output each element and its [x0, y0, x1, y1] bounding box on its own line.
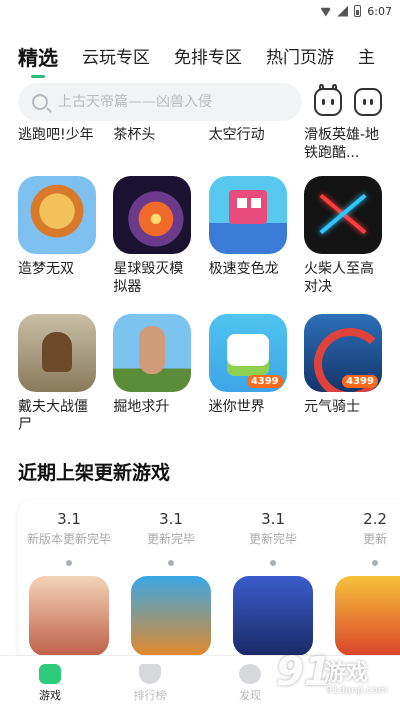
game-item[interactable]: 4399 元气骑士: [303, 314, 382, 438]
update-status: 更新: [362, 532, 387, 546]
tab-cloud-play[interactable]: 云玩专区: [82, 46, 150, 70]
game-icon[interactable]: [113, 314, 192, 392]
wifi-icon: [320, 7, 332, 17]
tab-more[interactable]: 主: [358, 46, 375, 70]
game-name: 火柴人至高对决: [303, 261, 374, 295]
game-item[interactable]: 太空行动: [209, 126, 287, 170]
search-icon: [32, 94, 48, 110]
game-icon[interactable]: [18, 314, 96, 392]
update-version: 3.1: [261, 510, 285, 528]
game-icon[interactable]: [335, 576, 400, 656]
game-name: 迷你世界: [208, 399, 265, 415]
game-icon[interactable]: 4399: [303, 314, 382, 392]
status-bar: 6:07: [0, 0, 400, 22]
tab-featured[interactable]: 精选: [18, 46, 58, 78]
recent-updates-card[interactable]: 3.1 新版本更新完毕 3.1 更新完毕 3.1 更新完毕 2.2 更新: [18, 500, 400, 660]
update-item[interactable]: 3.1 新版本更新完毕: [18, 508, 120, 656]
game-icon[interactable]: [18, 176, 96, 254]
battery-icon: [354, 5, 362, 17]
game-icon[interactable]: [131, 576, 211, 656]
nav-label: 发现: [239, 689, 261, 702]
game-name: 元气骑士: [303, 399, 360, 415]
search-row: [0, 78, 400, 126]
game-item[interactable]: 茶杯头: [113, 126, 191, 170]
nav-games[interactable]: 游戏: [0, 656, 100, 711]
nav-discover[interactable]: 发现: [200, 656, 300, 711]
tab-popular-web-games[interactable]: 热门页游: [266, 46, 334, 70]
game-name: 茶杯头: [113, 127, 156, 143]
game-icon[interactable]: 4399: [208, 314, 287, 392]
shield-icon: [139, 664, 161, 684]
game-name: 造梦无双: [18, 261, 74, 277]
category-tabs: 精选 云玩专区 免排专区 热门页游 主: [0, 22, 400, 78]
game-item[interactable]: 戴夫大战僵尸: [18, 314, 96, 438]
status-time: 6:07: [367, 4, 392, 18]
nav-label: 排行榜: [133, 689, 167, 702]
signal-icon: [337, 5, 349, 17]
bottom-nav: 游戏 排行榜 发现: [0, 655, 400, 711]
update-status: 更新完毕: [146, 532, 195, 546]
platform-badge: 4399: [246, 375, 283, 388]
game-item[interactable]: 火柴人至高对决: [303, 176, 382, 300]
tab-no-queue[interactable]: 免排专区: [174, 46, 242, 70]
game-item[interactable]: 掘地求升: [113, 314, 192, 438]
game-icon[interactable]: [303, 176, 382, 254]
game-name: 极速变色龙: [208, 261, 279, 277]
message-face-icon[interactable]: [354, 88, 382, 116]
game-item[interactable]: 4399 迷你世界: [208, 314, 287, 438]
game-item[interactable]: 星球毁灭模拟器: [113, 176, 192, 300]
timeline-dot: [372, 560, 378, 566]
game-name: 太空行动: [208, 127, 265, 143]
update-status: 新版本更新完毕: [26, 532, 111, 546]
game-name: 戴夫大战僵尸: [18, 399, 88, 433]
game-icon[interactable]: [113, 176, 192, 254]
game-row: 逃跑吧!少年 茶杯头 太空行动 滑板英雄-地铁跑酷...: [18, 126, 382, 170]
update-version: 3.1: [57, 510, 81, 528]
gamepad-icon: [39, 664, 61, 684]
eye-icon: [239, 664, 261, 684]
update-item[interactable]: 2.2 更新: [324, 508, 400, 656]
search-bar[interactable]: [18, 83, 302, 121]
nav-label: 游戏: [39, 689, 61, 702]
update-status: 更新完毕: [248, 532, 297, 546]
game-name: 掘地求升: [113, 399, 170, 415]
game-name: 逃跑吧!少年: [18, 127, 94, 143]
cat-face-icon[interactable]: [314, 84, 342, 116]
game-name: 星球毁灭模拟器: [113, 261, 184, 295]
game-item[interactable]: 造梦无双: [18, 176, 96, 300]
nav-rankings[interactable]: 排行榜: [100, 656, 200, 711]
game-icon[interactable]: [29, 576, 109, 656]
timeline-dot: [66, 560, 72, 566]
platform-badge: 4399: [342, 375, 378, 388]
timeline-dot: [270, 560, 276, 566]
game-item[interactable]: 极速变色龙: [208, 176, 287, 300]
update-version: 2.2: [363, 510, 387, 528]
game-row: 戴夫大战僵尸 掘地求升 4399 迷你世界 4399 元气骑士: [18, 314, 382, 438]
search-input[interactable]: [58, 94, 288, 110]
timeline-dot: [168, 560, 174, 566]
game-item[interactable]: 逃跑吧!少年: [18, 126, 96, 170]
section-title: 近期上架更新游戏: [18, 462, 171, 484]
game-icon[interactable]: [208, 176, 287, 254]
game-grid: 逃跑吧!少年 茶杯头 太空行动 滑板英雄-地铁跑酷... 造梦无双 星球毁灭模拟…: [0, 126, 400, 438]
game-item[interactable]: 滑板英雄-地铁跑酷...: [304, 126, 382, 170]
update-item[interactable]: 3.1 更新完毕: [120, 508, 222, 656]
update-item[interactable]: 3.1 更新完毕: [222, 508, 324, 656]
game-icon[interactable]: [233, 576, 313, 656]
game-row: 造梦无双 星球毁灭模拟器 极速变色龙 火柴人至高对决: [18, 176, 382, 300]
update-version: 3.1: [159, 510, 183, 528]
game-name: 滑板英雄-地铁跑酷...: [303, 127, 380, 161]
